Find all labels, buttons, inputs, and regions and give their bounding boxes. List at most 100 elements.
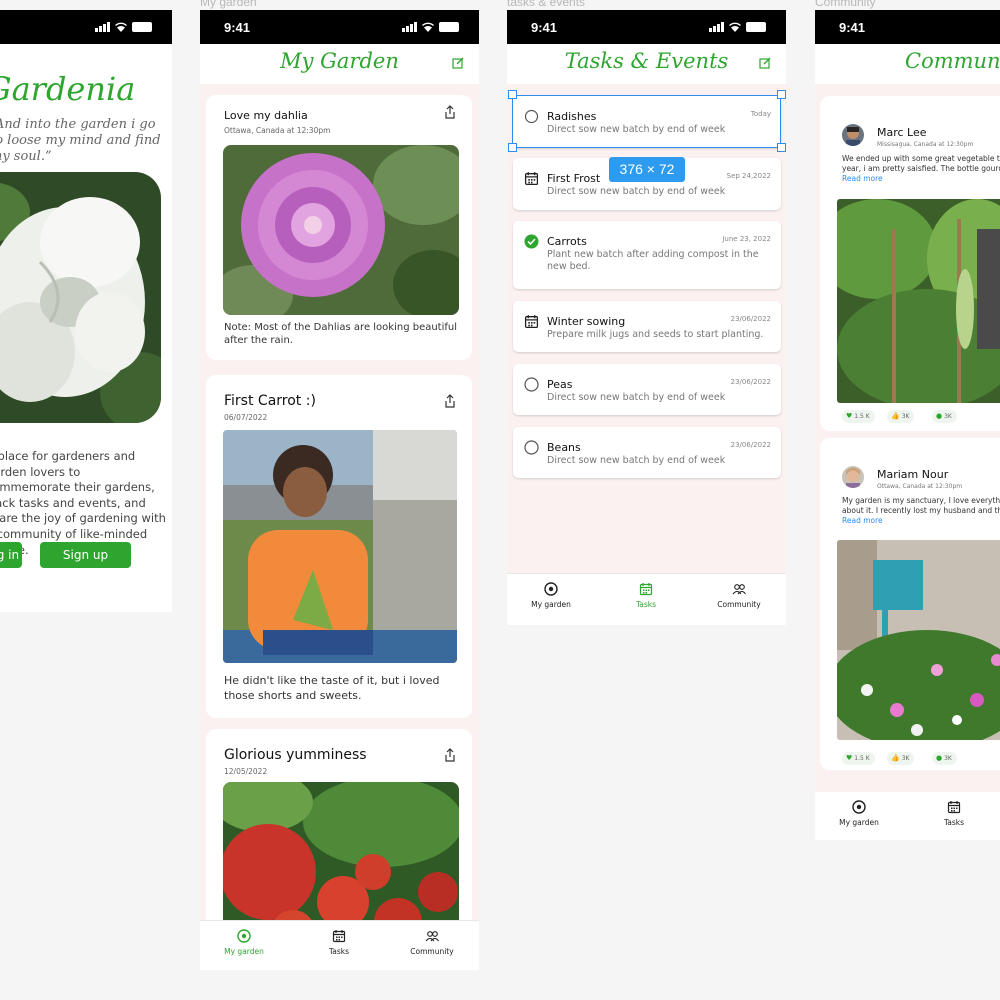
post-card[interactable]: First Carrot :) 06/07/2022 He didn't lik… [206, 375, 472, 718]
edit-icon[interactable] [452, 57, 464, 69]
post-title: First Carrot :) [224, 393, 316, 409]
resize-handle[interactable] [777, 143, 786, 152]
comment-icon: ● [936, 754, 943, 762]
flower-icon [852, 800, 866, 814]
tab-community[interactable]: Community [699, 582, 779, 609]
task-item[interactable]: Beans Direct sow new batch by end of wee… [513, 427, 781, 478]
post-text-body: We ended up with some great vegetable th… [842, 154, 1000, 173]
read-more-link[interactable]: Read more [842, 174, 883, 183]
likes-badge[interactable]: ♥ 1.5 K [842, 752, 875, 765]
post-note: Note: Most of the Dahlias are looking be… [224, 322, 458, 346]
calendar-icon [639, 583, 653, 596]
post-note: He didn't like the taste of it, but i lo… [224, 674, 440, 702]
status-icons [709, 22, 766, 32]
login-button[interactable]: Log in [0, 542, 22, 568]
task-item[interactable]: Winter sowing Prepare milk jugs and seed… [513, 301, 781, 352]
community-post[interactable]: Marc Lee Missisagua, Canada at 12:30pm W… [820, 96, 1000, 431]
read-more-link[interactable]: Read more [842, 516, 883, 525]
status-bar: 9:41 [507, 10, 786, 44]
author-name[interactable]: Mariam Nour [877, 468, 948, 481]
avatar[interactable] [842, 466, 864, 488]
garden-feed[interactable]: Love my dahlia Ottawa, Canada at 12:30pm… [200, 84, 479, 920]
task-desc: Direct sow new batch by end of week [547, 124, 726, 135]
people-icon [732, 584, 746, 595]
tab-label: Tasks [328, 947, 350, 956]
tab-my-garden[interactable]: My garden [819, 800, 899, 827]
author-location: Missisagua, Canada at 12:30pm [877, 141, 974, 148]
task-date: 23/06/2022 [730, 315, 771, 323]
signup-button[interactable]: Sign up [40, 542, 131, 568]
heart-icon: ♥ [846, 412, 853, 420]
tab-label: Community [410, 947, 454, 956]
comments-badge[interactable]: ● 3K [932, 752, 957, 765]
community-screen: 9:41 Community Marc Lee Missisagua, Cana… [815, 10, 1000, 840]
status-time: 9:41 [839, 20, 866, 35]
edit-icon[interactable] [759, 57, 771, 69]
tasks-screen: 9:41 Tasks & Events Radishes Direct sow … [507, 10, 786, 625]
tab-label: Community [717, 600, 761, 609]
thumbs-count: 3K [901, 755, 910, 762]
resize-handle[interactable] [508, 143, 517, 152]
task-desc: Prepare milk jugs and seeds to start pla… [547, 329, 764, 340]
task-item[interactable]: Radishes Direct sow new batch by end of … [513, 96, 781, 148]
app-bar: Tasks & Events [507, 44, 786, 84]
thumbs-badge[interactable]: 👍 3K [887, 410, 915, 423]
bottom-tab-bar: My garden Tasks Community [507, 573, 786, 625]
tab-my-garden[interactable]: My garden [511, 582, 591, 609]
post-text: My garden is my sanctuary, I love everyt… [842, 496, 1000, 526]
tab-my-garden[interactable]: My garden [204, 929, 284, 956]
post-subtitle: Ottawa, Canada at 12:30pm [224, 126, 331, 135]
circle-icon[interactable] [524, 109, 539, 124]
share-icon[interactable] [444, 105, 456, 119]
app-bar: Community [815, 44, 1000, 84]
community-post[interactable]: Mariam Nour Ottawa, Canada at 12:30pm My… [820, 438, 1000, 770]
battery-icon [746, 22, 766, 32]
gardenia-photo [0, 172, 161, 423]
status-bar: 9:41 [815, 10, 1000, 44]
author-name[interactable]: Marc Lee [877, 126, 927, 139]
calendar-icon [524, 315, 539, 329]
task-date: Today [750, 110, 771, 118]
app-logo-title: Gardenia [0, 70, 136, 108]
comments-count: 3K [944, 413, 952, 420]
avatar[interactable] [842, 124, 864, 146]
post-card[interactable]: Glorious yumminess 12/05/2022 [206, 729, 472, 920]
resize-handle[interactable] [777, 90, 786, 99]
resize-handle[interactable] [508, 90, 517, 99]
wifi-icon [115, 22, 127, 32]
share-icon[interactable] [444, 748, 456, 762]
tab-tasks[interactable]: Tasks [299, 929, 379, 956]
task-item[interactable]: Peas Direct sow new batch by end of week… [513, 364, 781, 415]
status-time: 9:41 [224, 20, 251, 35]
calendar-icon [947, 801, 961, 814]
post-card[interactable]: Love my dahlia Ottawa, Canada at 12:30pm… [206, 95, 472, 360]
task-title: Radishes [547, 110, 597, 123]
status-icons [402, 22, 459, 32]
thumbs-up-icon: 👍 [891, 412, 900, 420]
task-desc: Plant new batch after adding compost in … [547, 249, 759, 272]
signal-icon [709, 22, 724, 32]
bottom-tab-bar: My garden Tasks [815, 792, 1000, 840]
wifi-icon [729, 22, 741, 32]
task-desc: Direct sow new batch by end of week [547, 455, 726, 466]
people-icon [425, 931, 439, 942]
check-circle-icon[interactable] [524, 234, 539, 249]
comment-icon: ● [936, 412, 943, 420]
tab-community[interactable]: Community [392, 929, 472, 956]
share-icon[interactable] [444, 394, 456, 408]
tab-tasks[interactable]: Tasks [606, 582, 686, 609]
comments-badge[interactable]: ● 3K [932, 410, 957, 423]
flower-garden-photo [837, 540, 1000, 740]
likes-badge[interactable]: ♥ 1.5 K [842, 410, 875, 423]
post-subtitle: 12/05/2022 [224, 767, 268, 776]
thumbs-badge[interactable]: 👍 3K [887, 752, 915, 765]
task-item[interactable]: Carrots Plant new batch after adding com… [513, 221, 781, 289]
circle-icon[interactable] [524, 377, 539, 392]
tab-tasks[interactable]: Tasks [914, 800, 994, 827]
task-date: June 23, 2022 [722, 235, 771, 243]
post-title: Glorious yumminess [224, 747, 367, 763]
circle-icon[interactable] [524, 440, 539, 455]
task-date: 23/06/2022 [730, 441, 771, 449]
task-title: Carrots [547, 235, 587, 248]
task-desc: Direct sow new batch by end of week [547, 186, 726, 197]
